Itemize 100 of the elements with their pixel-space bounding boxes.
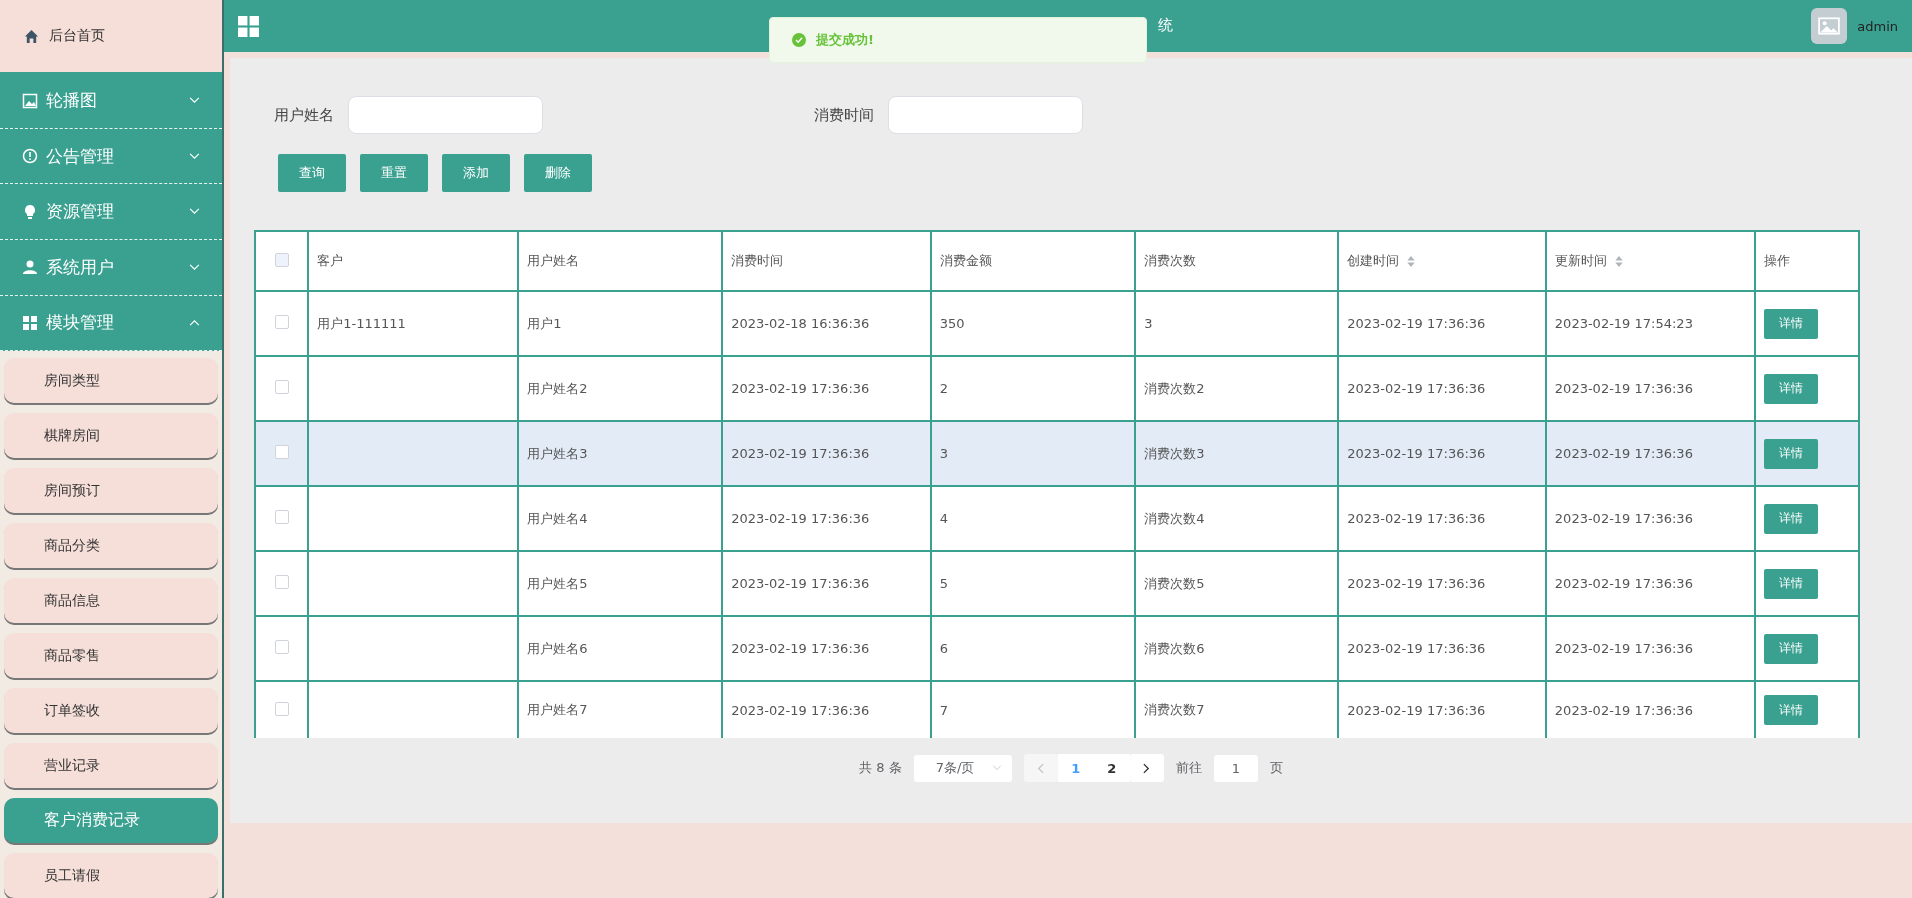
submenu-item[interactable]: 商品分类 <box>4 523 218 569</box>
row-checkbox[interactable] <box>274 701 289 716</box>
row-checkbox[interactable] <box>274 380 289 394</box>
action-button[interactable]: 添加 <box>442 154 510 192</box>
submenu-item[interactable]: 商品信息 <box>4 578 218 624</box>
bulb-icon <box>22 203 38 220</box>
sort-icon[interactable] <box>1407 255 1416 267</box>
action-button[interactable]: 查询 <box>278 154 346 192</box>
table-cell: 2023-02-19 17:36:36 <box>731 641 870 656</box>
table-cell: 用户1-111111 <box>317 315 406 331</box>
detail-button[interactable]: 详情 <box>1764 633 1819 664</box>
detail-button[interactable]: 详情 <box>1764 695 1819 725</box>
exclamation-circle-icon <box>22 148 38 165</box>
next-page-button[interactable] <box>1129 754 1164 782</box>
row-checkbox[interactable] <box>274 445 289 459</box>
chevron-right-icon <box>1143 762 1151 774</box>
picture-icon <box>22 92 38 109</box>
username: admin <box>1857 18 1898 34</box>
table-cell: 2023-02-19 17:36:36 <box>1347 641 1486 656</box>
grid-icon <box>22 314 38 331</box>
submenu-item[interactable]: 员工请假 <box>4 853 218 898</box>
table-cell: 消费次数4 <box>1144 510 1205 526</box>
submenu-item[interactable]: 商品零售 <box>4 633 218 679</box>
app-title: 统 <box>1158 16 1173 35</box>
goto-label: 前往 <box>1175 759 1202 777</box>
table-cell: 2023-02-19 17:36:36 <box>731 511 870 526</box>
search-field[interactable] <box>348 96 543 134</box>
table-cell: 4 <box>939 511 948 526</box>
table-cell: 用户姓名2 <box>527 380 588 396</box>
detail-button[interactable]: 详情 <box>1764 503 1819 534</box>
detail-button[interactable]: 详情 <box>1764 568 1819 599</box>
submenu-item[interactable]: 订单签收 <box>4 688 218 734</box>
table-cell: 2023-02-19 17:36:36 <box>1347 446 1486 461</box>
check-circle-icon <box>792 33 806 47</box>
page-size-select[interactable]: 7条/页 <box>913 754 1012 782</box>
detail-button[interactable]: 详情 <box>1764 308 1819 339</box>
table-cell: 2023-02-19 17:36:36 <box>731 446 870 461</box>
table-cell: 2023-02-19 17:36:36 <box>1554 702 1693 718</box>
table-cell: 3 <box>1144 316 1153 331</box>
row-checkbox[interactable] <box>274 315 289 329</box>
column-header: 消费金额 <box>939 252 992 270</box>
table-cell: 2023-02-19 17:36:36 <box>1554 641 1693 656</box>
total-count: 共 8 条 <box>859 759 902 777</box>
page-number[interactable]: 2 <box>1093 754 1130 782</box>
table-cell: 2023-02-19 17:36:36 <box>1554 576 1693 591</box>
sort-icon[interactable] <box>1614 255 1623 267</box>
column-header: 创建时间 <box>1347 252 1400 270</box>
goto-page-field[interactable]: 1 <box>1213 754 1258 782</box>
chevron-up-icon <box>189 319 200 327</box>
home-label: 后台首页 <box>49 27 105 46</box>
detail-button[interactable]: 详情 <box>1764 438 1819 469</box>
detail-button[interactable]: 详情 <box>1764 373 1819 404</box>
field-label: 消费时间 <box>814 105 874 125</box>
column-header: 客户 <box>317 252 344 270</box>
sidebar-menu-item[interactable]: 系统用户 <box>0 239 222 296</box>
page-number[interactable]: 1 <box>1057 754 1094 782</box>
table-cell: 2023-02-19 17:36:36 <box>731 576 870 591</box>
sidebar-menu-item[interactable]: 资源管理 <box>0 184 222 240</box>
select-all-checkbox[interactable] <box>274 252 289 267</box>
row-checkbox[interactable] <box>274 640 289 654</box>
sidebar-menu-item[interactable]: 模块管理 <box>0 295 222 352</box>
chevron-down-icon <box>189 152 200 160</box>
table-cell: 2023-02-19 17:36:36 <box>1347 576 1486 591</box>
row-checkbox[interactable] <box>274 510 289 524</box>
chevron-left-icon <box>1037 762 1045 774</box>
row-checkbox[interactable] <box>274 575 289 589</box>
table-cell: 用户姓名3 <box>527 445 588 461</box>
toast-message: 提交成功! <box>816 31 874 49</box>
chevron-down-icon <box>189 97 200 105</box>
table-cell: 消费次数2 <box>1144 380 1205 396</box>
table-cell: 用户姓名5 <box>527 575 588 591</box>
table-cell: 用户姓名7 <box>527 702 588 717</box>
column-header: 消费时间 <box>731 252 784 270</box>
table-cell: 3 <box>939 446 948 461</box>
submenu-item[interactable]: 棋牌房间 <box>4 413 218 459</box>
sidebar-menu-item[interactable]: 公告管理 <box>0 128 222 185</box>
sidebar-menu-item[interactable]: 轮播图 <box>0 73 222 129</box>
page-suffix: 页 <box>1269 759 1283 777</box>
table-cell: 消费次数6 <box>1144 640 1205 656</box>
table-cell: 2023-02-19 17:54:23 <box>1554 316 1693 331</box>
submenu-item[interactable]: 营业记录 <box>4 743 218 789</box>
chevron-down-icon <box>189 208 200 216</box>
table-cell: 2023-02-19 17:36:36 <box>1554 511 1693 526</box>
table-cell: 用户1 <box>527 315 562 331</box>
grid-menu-icon[interactable] <box>238 15 259 37</box>
table-cell: 2023-02-19 17:36:36 <box>1347 381 1486 396</box>
submenu-item[interactable]: 房间类型 <box>4 358 218 404</box>
table-cell: 2023-02-18 16:36:36 <box>731 316 870 331</box>
menu-label: 资源管理 <box>46 200 115 224</box>
menu-label: 公告管理 <box>46 144 115 168</box>
submenu-item[interactable]: 客户消费记录 <box>4 798 218 844</box>
table-cell: 2023-02-19 17:36:36 <box>731 702 870 718</box>
search-field[interactable] <box>888 96 1083 134</box>
sidebar-home-item[interactable]: 后台首页 <box>0 0 222 74</box>
menu-label: 轮播图 <box>46 89 98 113</box>
menu-label: 系统用户 <box>46 255 115 279</box>
submenu-item[interactable]: 房间预订 <box>4 468 218 514</box>
action-button[interactable]: 重置 <box>360 154 428 192</box>
action-button[interactable]: 删除 <box>524 154 592 192</box>
table-cell: 用户姓名6 <box>527 640 588 656</box>
